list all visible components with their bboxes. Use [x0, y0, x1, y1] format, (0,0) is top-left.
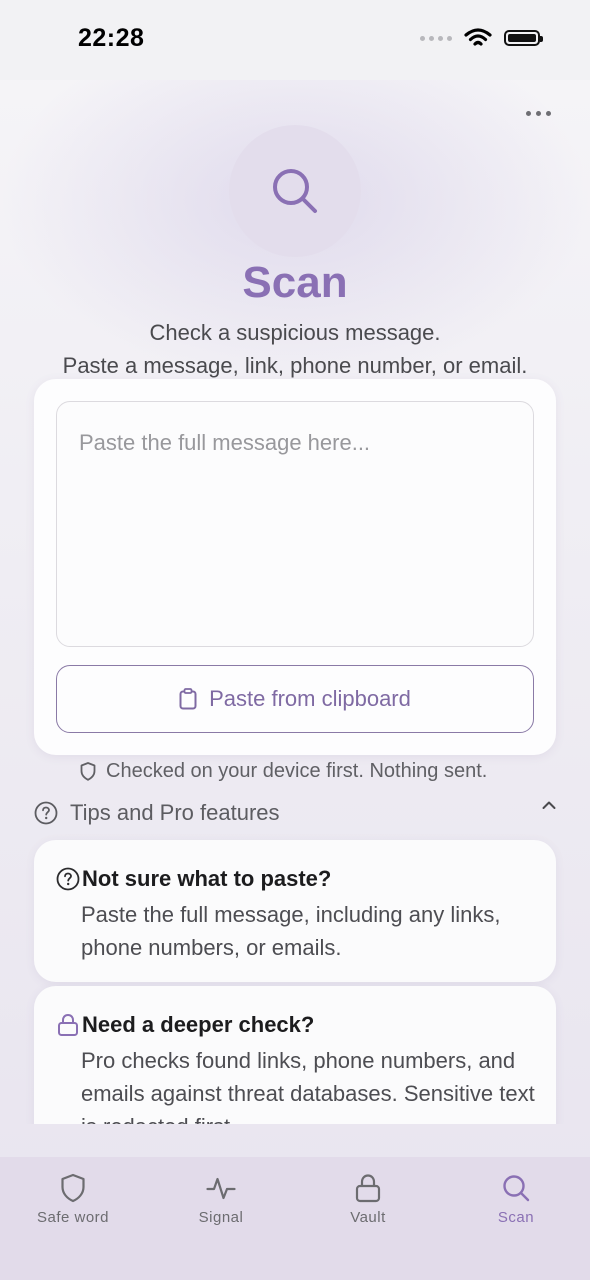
tab-label: Vault — [350, 1209, 386, 1226]
hero-search-badge — [229, 125, 361, 257]
clipboard-icon — [179, 688, 197, 710]
tab-label: Safe word — [36, 1209, 110, 1226]
chevron-up-icon — [542, 801, 556, 809]
page-subtitle: Check a suspicious message. Paste a mess… — [0, 316, 590, 382]
page-title: Scan — [242, 258, 348, 307]
tip-title: Not sure what to paste? — [82, 866, 332, 891]
scan-screen: 22:28 Scan Check a suspicious message. P… — [0, 0, 590, 1280]
tip-heading: Not sure what to paste? — [56, 866, 331, 892]
question-circle-icon — [56, 867, 80, 891]
tip-heading: Need a deeper check? — [56, 1012, 314, 1038]
tab-bar: Safe word Signal Vault Scan — [0, 1157, 590, 1280]
paste-from-clipboard-button[interactable]: Paste from clipboard — [56, 665, 534, 733]
paste-button-label: Paste from clipboard — [209, 686, 411, 711]
tab-scan[interactable]: Scan — [456, 1173, 576, 1233]
search-icon — [273, 169, 317, 213]
tip-card-what-to-paste: Not sure what to paste? Paste the full m… — [34, 840, 556, 982]
shield-icon — [61, 1173, 85, 1203]
scan-input-card: Paste from clipboard — [34, 379, 556, 755]
question-circle-icon — [34, 801, 58, 825]
subtitle-line-2: Paste a message, link, phone number, or … — [62, 353, 528, 378]
lock-icon — [58, 1013, 78, 1036]
tab-label: Scan — [497, 1209, 535, 1226]
tips-toggle[interactable]: Tips and Pro features — [34, 796, 556, 830]
tip-body: Paste the full message, including any li… — [81, 902, 501, 960]
subtitle-line-1: Check a suspicious message. — [149, 320, 441, 345]
message-input[interactable] — [56, 401, 534, 647]
tab-vault[interactable]: Vault — [308, 1173, 428, 1233]
tab-safe-word[interactable]: Safe word — [13, 1173, 133, 1233]
tip-title: Need a deeper check? — [82, 1012, 315, 1037]
pulse-icon — [206, 1177, 236, 1200]
scroll-content[interactable]: Scan Check a suspicious message. Paste a… — [0, 0, 590, 1124]
more-options-button[interactable] — [520, 100, 556, 126]
privacy-note-text: Checked on your device first. Nothing se… — [106, 759, 488, 782]
tab-label: Signal — [198, 1209, 244, 1226]
tip-card-deeper-check[interactable]: Need a deeper check? Pro checks found li… — [34, 986, 556, 1124]
lock-icon — [355, 1174, 381, 1203]
shield-icon — [80, 761, 96, 781]
tab-signal[interactable]: Signal — [161, 1173, 281, 1233]
tip-body: Pro checks found links, phone numbers, a… — [81, 1048, 535, 1124]
tips-header-label: Tips and Pro features — [70, 800, 280, 825]
search-icon — [503, 1175, 530, 1202]
privacy-note: Checked on your device first. Nothing se… — [80, 757, 487, 785]
